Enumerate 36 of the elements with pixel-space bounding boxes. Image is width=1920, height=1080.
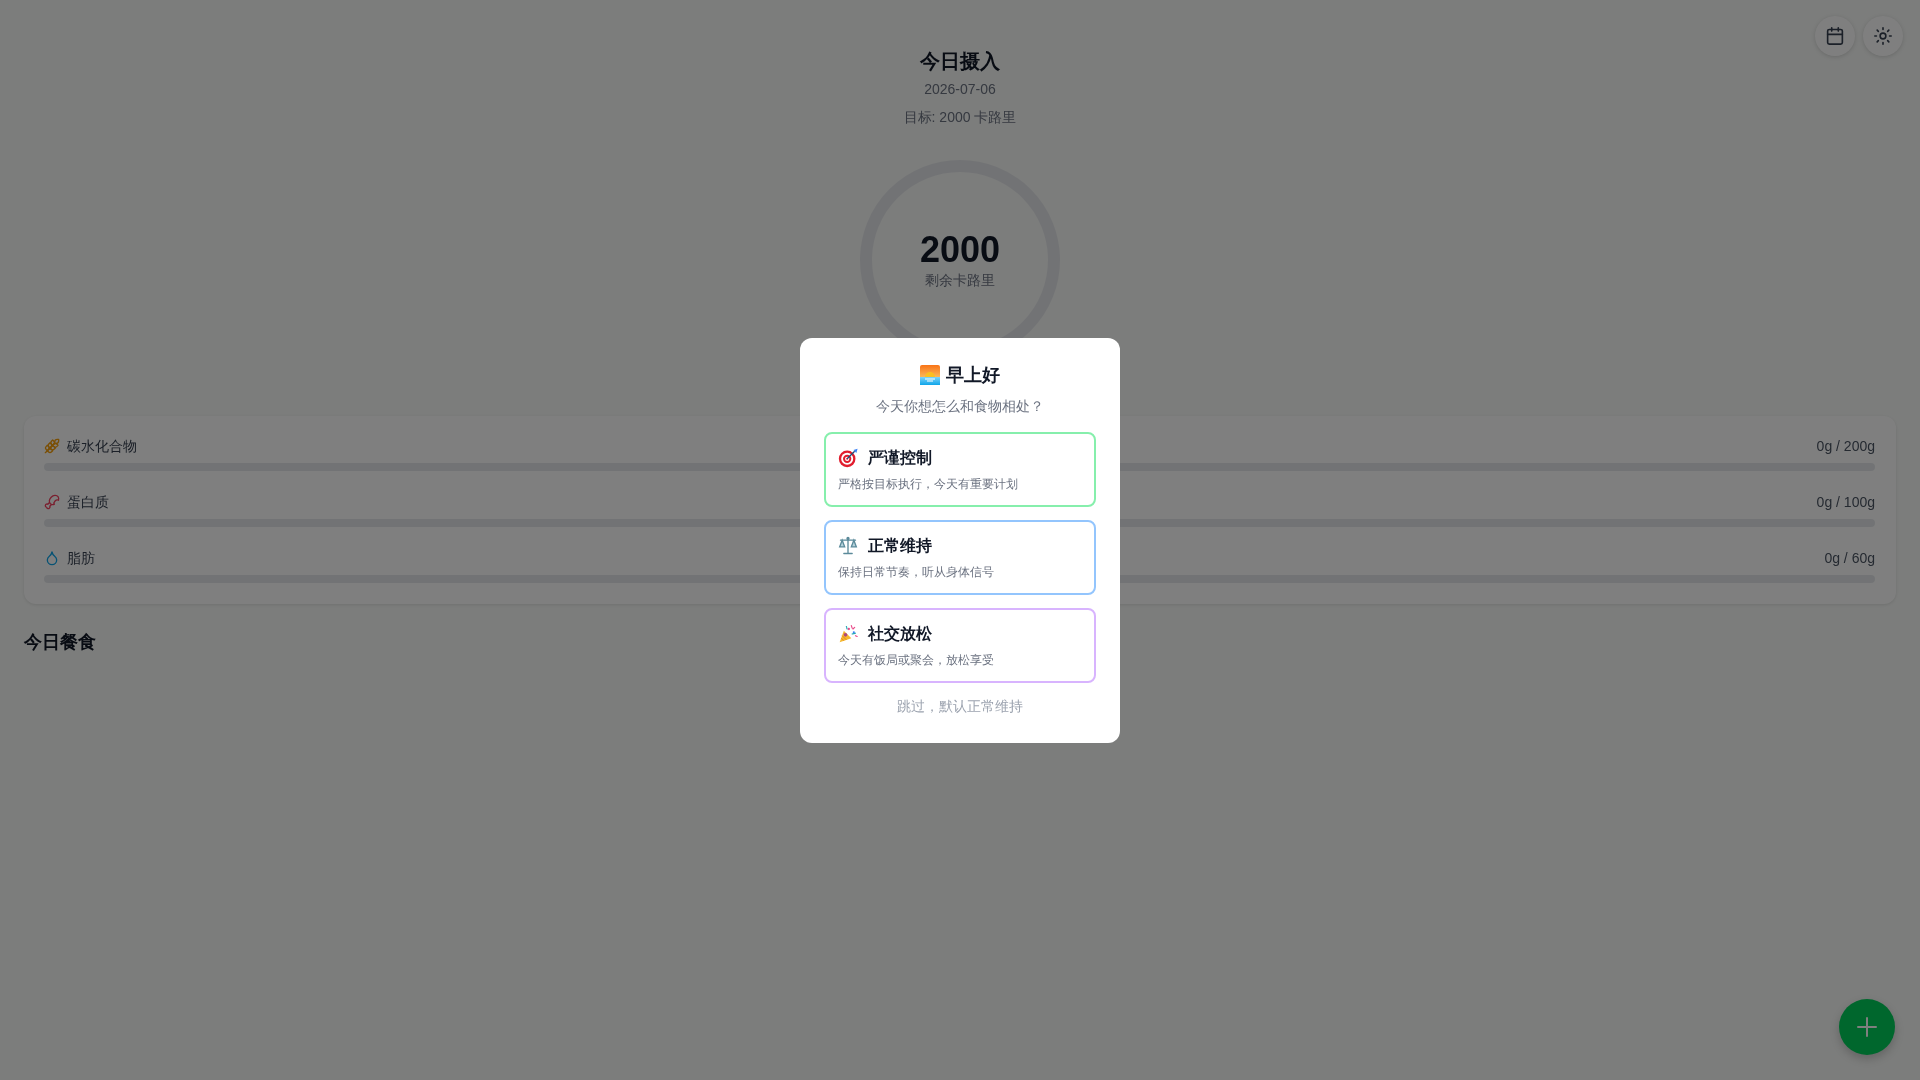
balance-scale-icon	[838, 535, 858, 556]
macro-name: 脂肪	[67, 549, 95, 568]
dialog-title: 早上好	[946, 363, 1000, 387]
calendar-icon	[1826, 27, 1844, 45]
option-description: 今天有饭局或聚会，放松享受	[838, 651, 994, 668]
option-description: 严格按目标执行，今天有重要计划	[838, 475, 1018, 492]
macro-name: 蛋白质	[67, 493, 109, 512]
plus-icon	[1857, 1017, 1877, 1037]
option-description: 保持日常节奏，听从身体信号	[838, 563, 994, 580]
section-heading: 今日餐食	[24, 631, 96, 654]
remaining-calories: 2000	[919, 230, 1001, 270]
dialog-subtitle: 今天你想怎么和食物相处？	[875, 396, 1045, 416]
macro-reading: 0g / 100g	[1816, 493, 1875, 512]
remaining-label: 剩余卡路里	[925, 271, 995, 290]
macro-name: 碳水化合物	[67, 437, 137, 456]
date-text: 2026-07-06	[924, 80, 996, 99]
goal-text: 目标: 2000 卡路里	[903, 108, 1017, 127]
party-popper-icon	[838, 623, 858, 644]
macro-reading: 0g / 60g	[1824, 549, 1875, 568]
page-title: 今日摄入	[920, 49, 1000, 74]
drumstick-icon	[44, 494, 60, 510]
option-title: 严谨控制	[868, 447, 932, 468]
mode-option[interactable]: 正常维持 保持日常节奏，听从身体信号	[824, 519, 1096, 595]
wheat-icon	[44, 438, 60, 454]
macro-reading: 0g / 200g	[1816, 437, 1875, 456]
add-button[interactable]	[1839, 999, 1895, 1055]
droplet-icon	[44, 550, 60, 566]
sunrise-icon	[920, 364, 940, 385]
theme-button[interactable]	[1863, 16, 1903, 56]
calendar-button[interactable]	[1815, 16, 1855, 56]
mode-option[interactable]: 严谨控制 严格按目标执行，今天有重要计划	[824, 431, 1096, 507]
target-icon	[838, 447, 858, 468]
mode-option[interactable]: 社交放松 今天有饭局或聚会，放松享受	[824, 607, 1096, 683]
sun-icon	[1874, 27, 1892, 45]
option-title: 正常维持	[868, 535, 932, 556]
option-title: 社交放松	[868, 623, 932, 644]
